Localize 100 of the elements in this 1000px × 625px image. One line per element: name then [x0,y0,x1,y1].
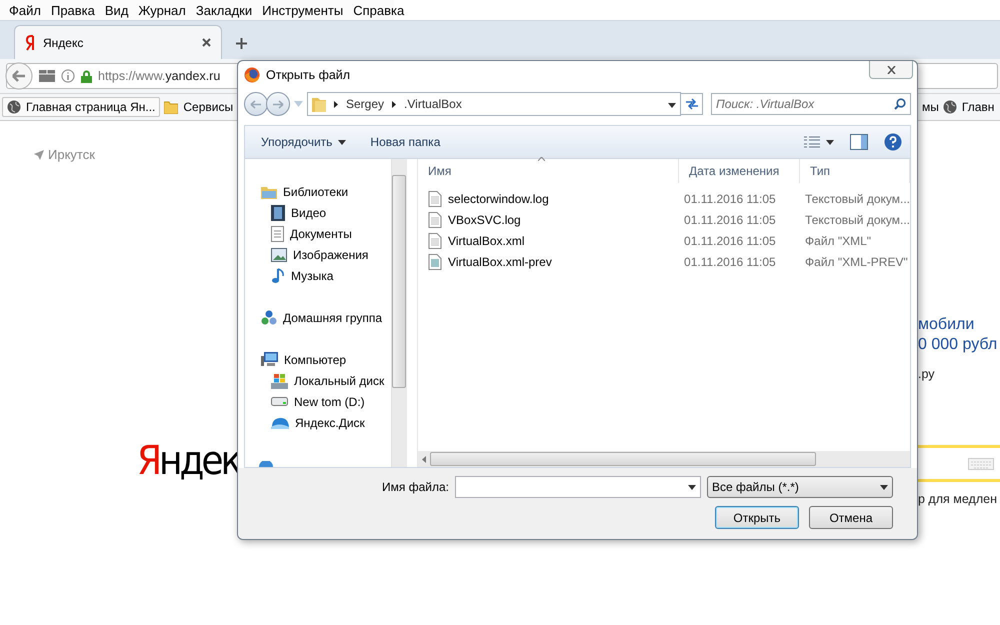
text-file-icon [428,190,442,206]
file-name[interactable]: selectorwindow.log [448,192,549,206]
firefox-icon [244,67,260,83]
menu-item[interactable]: Журнал [133,2,191,18]
close-button[interactable] [869,61,913,79]
nav-item[interactable]: Библиотеки [259,181,391,202]
computer-icon [261,352,278,367]
organize-button[interactable]: Упорядочить [253,132,354,152]
image-icon [271,248,287,262]
dialog-button[interactable]: Открыть [715,506,799,529]
caret-icon [880,484,888,490]
view-list-icon[interactable] [804,136,820,148]
help-icon[interactable] [884,133,902,151]
ad-domain: .ру [918,367,936,381]
search-icon[interactable] [894,98,906,110]
bookmark[interactable]: Сервисы [160,98,238,116]
city-link[interactable]: Иркутск [48,147,95,162]
caret-icon [338,140,346,144]
date-cell-text: 01.11.2016 11:05 [683,192,777,206]
nav-item[interactable]: Музыка [269,265,391,286]
menu-item[interactable]: Правка [46,2,100,18]
dialog-button[interactable]: Отмена [809,506,893,529]
back-button[interactable] [244,92,268,116]
nav-item[interactable]: Локальный диск [269,370,391,391]
menu-item[interactable]: Файл [4,2,46,18]
bookmark[interactable]: Главн [940,98,996,116]
system-drive-icon [271,372,288,388]
bookmark[interactable]: мы [920,98,941,116]
back-icon [250,100,262,108]
breadcrumb[interactable]: .VirtualBox [404,97,462,111]
grid-icon[interactable] [39,70,55,82]
vertical-scrollbar[interactable] [390,159,408,467]
url-text[interactable]: https://www.yandex.ru [98,69,220,83]
location-arrow-icon [34,150,44,160]
menu-item[interactable]: Инструменты [257,2,348,18]
text-file-icon [428,212,442,228]
music-note-icon [271,268,285,284]
globe-icon [942,100,957,114]
caret-icon [826,140,834,144]
nav-item[interactable]: Домашняя группа [259,307,391,328]
chevron-icon [392,100,396,108]
cloud-icon [271,416,289,428]
column-header[interactable]: Имя [428,164,452,178]
type-cell-text: Текстовый докум... [804,192,910,206]
menu-item[interactable]: Закладки [190,2,258,18]
folder-icon [261,184,277,198]
filename-field[interactable] [455,476,701,498]
homegroup-icon [261,310,277,326]
column-header[interactable]: Дата изменения [689,164,780,178]
date-cell-text: 01.11.2016 11:05 [683,254,777,268]
breadcrumb[interactable]: Sergey [346,97,384,111]
close-icon [886,66,896,74]
new-folder-button[interactable]: Новая папка [362,132,448,152]
document-icon [271,226,284,242]
menu-item[interactable]: Вид [100,2,134,18]
caret-icon [668,103,676,108]
caret-icon [688,484,696,490]
bookmark[interactable]: Главная страница Ян... [2,97,160,117]
nav-item[interactable]: Документы [269,223,391,244]
nav-item[interactable]: Изображения [269,244,391,265]
text-file-icon [428,232,442,248]
date-cell-text: 01.11.2016 11:05 [683,212,777,226]
dialog-title: Открыть файл [266,68,350,82]
file-name[interactable]: VirtualBox.xml-prev [448,254,552,268]
file-type-select[interactable]: Все файлы (*.*) [707,476,893,498]
file-name[interactable]: VBoxSVC.log [448,212,521,226]
search-hint: р для медлен [918,492,998,506]
globe-icon [7,100,21,114]
browser-tab[interactable]: Яндекс [14,25,222,59]
film-icon [271,204,285,220]
yandex-logo: Яндек [137,438,240,484]
chevron-icon [334,100,338,108]
filename-label: Имя файла: [382,480,449,494]
hard-drive-icon [271,397,288,406]
back-icon[interactable] [5,62,33,90]
file-icon [428,254,442,270]
preview-pane-icon[interactable] [850,134,868,150]
horizontal-scrollbar[interactable] [418,451,910,467]
refresh-icon [684,98,698,110]
close-icon[interactable] [202,38,211,47]
folder-icon [164,100,178,114]
ad-title[interactable]: мобили [918,315,1000,335]
nav-item[interactable]: Яндекс.Диск [269,412,391,433]
info-icon[interactable] [61,69,75,83]
ad-title[interactable]: 0 000 рубл [918,335,1000,355]
type-cell-text: Файл "XML" [804,234,872,248]
file-name[interactable]: VirtualBox.xml [448,234,525,248]
refresh-button[interactable] [681,93,703,115]
address-bar[interactable]: Sergey .VirtualBox [307,92,681,116]
menu-item[interactable]: Справка [348,2,410,18]
forward-button[interactable] [266,92,290,116]
nav-item[interactable]: New tom (D:) [269,391,391,412]
nav-item[interactable]: Видео [269,202,391,223]
nav-item[interactable]: Компьютер [259,349,391,370]
type-cell-text: Файл "XML-PREV" [804,254,909,268]
new-tab-icon[interactable] [236,38,247,49]
scroll-left-icon[interactable] [422,456,426,462]
lock-icon [81,70,92,82]
column-header[interactable]: Тип [810,164,830,178]
search-field[interactable]: Поиск: .VirtualBox [711,93,911,115]
